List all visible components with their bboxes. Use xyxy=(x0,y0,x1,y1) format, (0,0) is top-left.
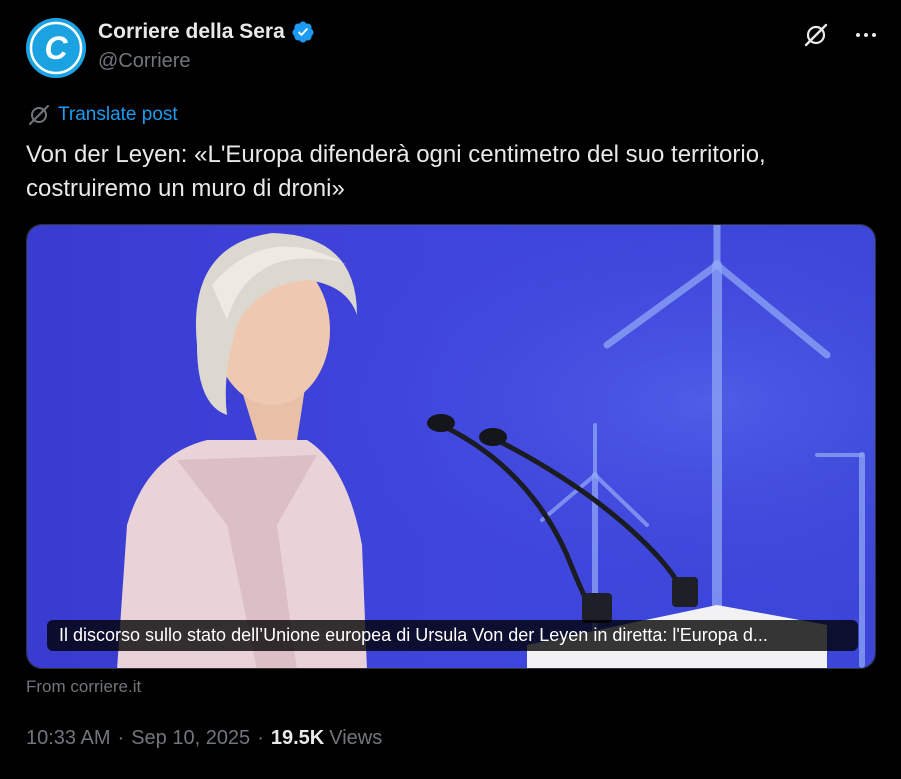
link-card[interactable]: Il discorso sullo stato dell’Unione euro… xyxy=(26,224,876,669)
translate-icon xyxy=(29,105,49,125)
card-caption: Il discorso sullo stato dell’Unione euro… xyxy=(47,620,858,651)
card-source-link[interactable]: From corriere.it xyxy=(26,677,141,697)
author-name-row: Corriere della Sera xyxy=(98,20,315,44)
post-date[interactable]: Sep 10, 2025 xyxy=(131,727,250,750)
post-meta: 10:33 AM · Sep 10, 2025 · 19.5K Views xyxy=(26,727,382,750)
meta-separator: · xyxy=(257,727,264,749)
verified-badge-icon[interactable] xyxy=(291,20,315,44)
top-actions xyxy=(803,22,879,48)
more-options-icon[interactable] xyxy=(853,22,879,48)
translate-post-label: Translate post xyxy=(58,104,178,125)
post-time[interactable]: 10:33 AM xyxy=(26,727,111,750)
grok-icon[interactable] xyxy=(803,22,829,48)
meta-separator: · xyxy=(117,727,125,749)
corriere-logo-icon: C xyxy=(26,18,86,78)
post-text: Von der Leyen: «L'Europa difenderà ogni … xyxy=(26,141,766,202)
card-photo xyxy=(27,225,875,668)
translate-post-link[interactable]: Translate post xyxy=(28,104,178,126)
author-display-name[interactable]: Corriere della Sera xyxy=(98,20,285,44)
tweet: C Corriere della Sera @Corriere Translat… xyxy=(0,0,901,779)
views-count: 19.5K xyxy=(270,727,325,749)
avatar-letter: C xyxy=(44,30,68,66)
avatar[interactable]: C xyxy=(26,18,86,78)
author-handle[interactable]: @Corriere xyxy=(98,50,191,73)
views-label: Views xyxy=(329,727,383,749)
